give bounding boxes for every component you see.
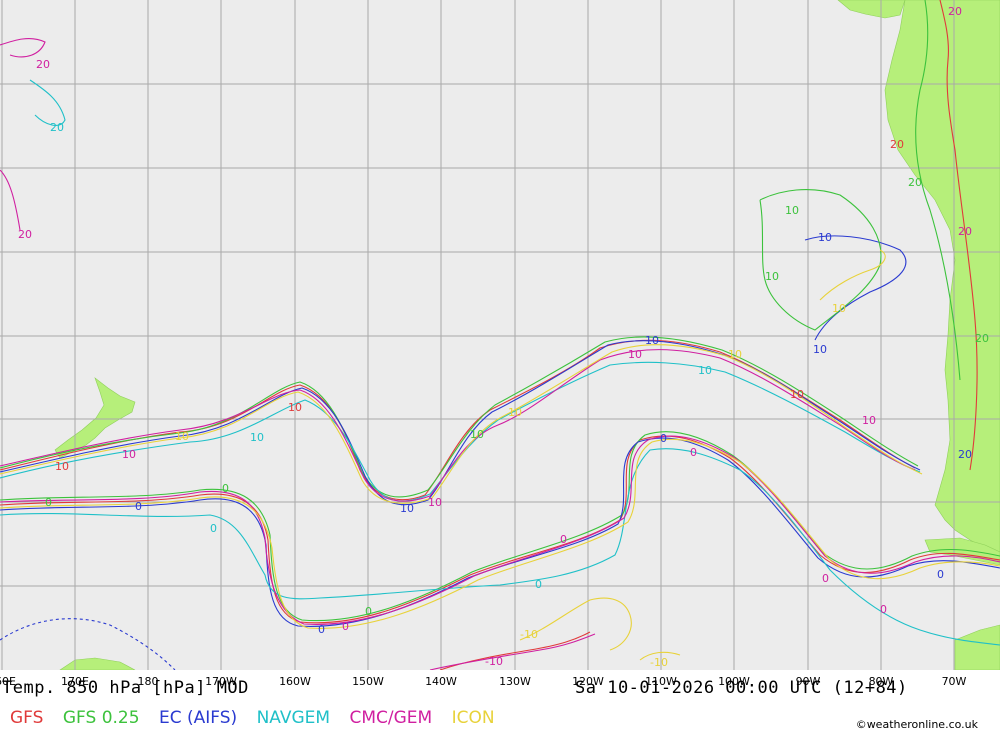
legend-item-gfs025: GFS 0.25 (62, 708, 140, 728)
contour-label-10: 10 (55, 460, 69, 473)
contour-label-minus10: -10 (520, 628, 538, 641)
credit-link[interactable]: ©weatheronline.co.uk (856, 718, 978, 731)
longitude-label: 70W (941, 675, 967, 688)
contour-label-0: 0 (880, 603, 887, 616)
contour-label-20: 20 (890, 138, 904, 151)
contour-label-10: 10 (790, 388, 804, 401)
contour-label-10: 10 (645, 334, 659, 347)
longitude-label: 130W (499, 675, 531, 688)
contour-label-0: 0 (690, 446, 697, 459)
legend-item-gfs: GFS (10, 708, 44, 728)
contour-label-10: 10 (832, 302, 846, 315)
contour-label-10: 10 (400, 502, 414, 515)
valid-time: Sa 10-01-2026 00:00 UTC (12+84) (575, 678, 908, 698)
contour-label-0: 0 (535, 578, 542, 591)
contour-label-0: 0 (937, 568, 944, 581)
legend-item-cmc-gem: CMC/GEM (349, 708, 433, 728)
contour-label-10: 10 (785, 204, 799, 217)
contour-label-20: 20 (958, 225, 972, 238)
contour-label-10: 10 (765, 270, 779, 283)
contour-label-20: 20 (18, 228, 32, 241)
longitude-label: 150W (352, 675, 384, 688)
contour-label-20: 20 (36, 58, 50, 71)
contour-label-0: 0 (822, 572, 829, 585)
contour-label-0: 0 (210, 522, 217, 535)
contour-label-20: 20 (975, 332, 989, 345)
map-title: Temp. 850 hPa [hPa] MOD (2, 678, 249, 698)
contour-label-10: 10 (122, 448, 136, 461)
longitude-label: 140W (425, 675, 457, 688)
contour-label-0: 0 (135, 500, 142, 513)
contour-label-10: 10 (862, 414, 876, 427)
contour-label-10: 10 (470, 428, 484, 441)
contour-label-10: 10 (818, 231, 832, 244)
contour-label-minus10: -10 (485, 655, 503, 668)
contour-label-0: 0 (365, 605, 372, 618)
contour-label-10: 10 (175, 430, 189, 443)
longitude-label: 160W (279, 675, 311, 688)
contour-label-20: 20 (948, 5, 962, 18)
contour-label-0: 0 (560, 533, 567, 546)
contour-label-10: 10 (428, 496, 442, 509)
contour-label-10: 10 (628, 348, 642, 361)
contour-label-10: 10 (250, 431, 264, 444)
contour-label-0: 0 (342, 620, 349, 633)
weather-map: 20 20 20 20 20 20 20 20 20 10 10 10 10 1… (0, 0, 1000, 670)
contour-label-10: 10 (813, 343, 827, 356)
legend-item-ec-aifs: EC (AIFS) (158, 708, 238, 728)
contour-label-10: 10 (698, 364, 712, 377)
legend-item-navgem: NAVGEM (256, 708, 331, 728)
model-legend: GFS GFS 0.25 EC (AIFS) NAVGEM CMC/GEM IC… (10, 708, 509, 728)
contour-label-10: 10 (508, 406, 522, 419)
contour-label-10: 10 (288, 401, 302, 414)
contour-label-10: 10 (728, 348, 742, 361)
contour-label-20: 20 (908, 176, 922, 189)
contour-label-0: 0 (318, 623, 325, 636)
contour-label-0: 0 (660, 432, 667, 445)
contour-label-20: 20 (958, 448, 972, 461)
contour-label-20: 20 (50, 121, 64, 134)
contour-label-0: 0 (45, 496, 52, 509)
contour-label-minus10: -10 (650, 656, 668, 669)
legend-item-icon: ICON (451, 708, 495, 728)
contour-label-0: 0 (222, 482, 229, 495)
